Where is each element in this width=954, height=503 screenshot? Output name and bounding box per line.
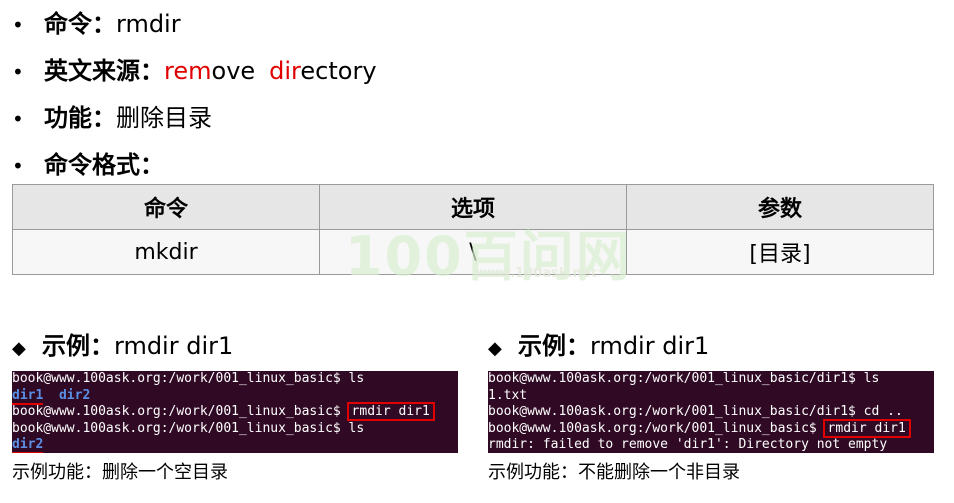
bullet-function: • 功能：删除目录 [12,103,212,134]
example-2-title: ◆ 示例：rmdir dir1 [488,326,709,361]
example-1-title-label: 示例： [42,332,114,360]
table-header-argument: 参数 [626,184,934,230]
source-word1-part1: re [164,57,189,85]
watermark-url: www.100ask.net [475,266,597,281]
format-label: 命令格式： [44,151,164,179]
terminal-line: book@www.100ask.org:/work/001_linux_basi… [488,404,903,420]
example-1-title-value: rmdir dir1 [114,332,234,360]
example-1-caption: 示例功能：删除一个空目录 [12,462,228,483]
highlighted-command: rmdir dir1 [822,418,911,438]
terminal-line: rmdir: failed to remove 'dir1': Director… [488,437,934,453]
bullet-command: • 命令：rmdir [12,9,181,40]
source-word1-part4: ve [226,57,256,85]
function-label: 功能： [44,104,116,132]
bullet-dot-icon: • [12,154,24,178]
terminal-prompt: book@www.100ask.org:/work/001_linux_basi… [488,420,825,436]
terminal-line: dir2 [12,437,458,453]
terminal-line: book@www.100ask.org:/work/001_linux_basi… [12,371,365,386]
function-value: 删除目录 [116,104,212,132]
command-label: 命令： [44,10,116,38]
terminal-line: book@www.100ask.org:/work/001_linux_basi… [488,418,934,438]
bullet-dot-icon: • [12,107,24,131]
example-2-caption: 示例功能：不能删除一个非目录 [488,462,740,483]
source-word2-part2: ectory [300,57,377,85]
table-cell-argument: [目录] [626,229,934,275]
bullet-dot-icon: • [12,60,24,84]
command-value: rmdir [116,10,181,38]
bullet-source: • 英文来源：remove directory [12,56,377,87]
terminal-line: dir1 dir2 [12,387,458,405]
watermark-logo: 100百问网 www.100ask.net [345,212,632,291]
bullet-format: • 命令格式： [12,150,164,181]
example-1-title: ◆ 示例：rmdir dir1 [12,326,233,361]
table-cell-command: mkdir [12,229,320,275]
example-1-terminal: book@www.100ask.org:/work/001_linux_basi… [12,371,458,453]
highlighted-command: rmdir dir1 [346,402,435,422]
terminal-dir-entry: dir2 [58,387,91,403]
example-2-terminal: book@www.100ask.org:/work/001_linux_basi… [488,371,934,453]
bullet-dot-icon: • [12,13,24,37]
source-word2-part1: dir [269,57,301,85]
diamond-bullet-icon: ◆ [488,338,502,359]
source-word1-part2: m [188,57,212,85]
terminal-dir-entry: dir1 [12,387,44,405]
source-word1-part3: o [211,57,227,85]
terminal-line: book@www.100ask.org:/work/001_linux_basi… [488,371,880,386]
table-header-command: 命令 [12,184,320,230]
terminal-line: book@www.100ask.org:/work/001_linux_basi… [12,420,365,436]
source-label: 英文来源： [44,57,164,85]
example-2-title-value: rmdir dir1 [590,332,710,360]
terminal-line: 1.txt [488,387,528,403]
terminal-dir-entry: dir2 [12,437,44,453]
terminal-prompt: book@www.100ask.org:/work/001_linux_basi… [12,404,349,420]
diamond-bullet-icon: ◆ [12,338,26,359]
example-2-title-label: 示例： [518,332,590,360]
terminal-line: book@www.100ask.org:/work/001_linux_basi… [12,402,458,422]
